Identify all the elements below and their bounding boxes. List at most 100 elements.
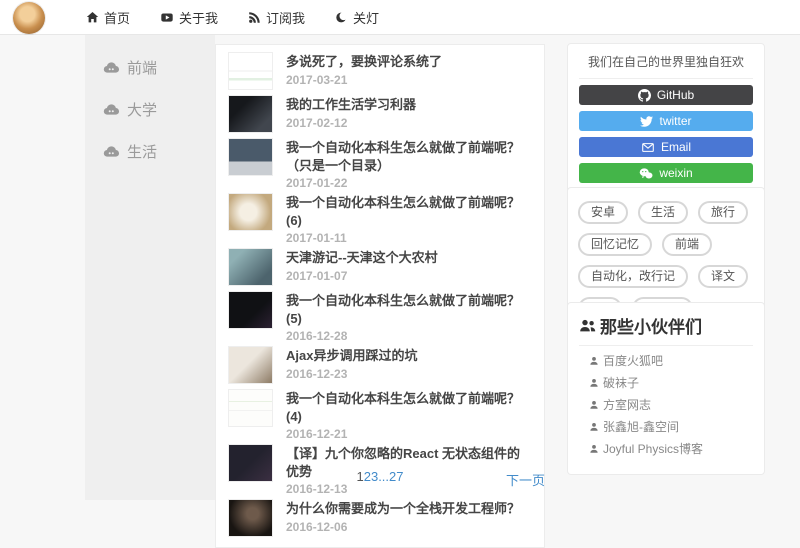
post-thumbnail <box>228 389 273 428</box>
tag-pill[interactable]: 回忆记忆 <box>578 233 653 256</box>
user-icon <box>589 356 599 366</box>
tag-pill[interactable]: 生活 <box>638 201 689 224</box>
friends-title: 那些小伙伴们 <box>579 313 753 346</box>
friend-link[interactable]: 破袜子 <box>589 374 753 391</box>
nav-item-subscribe[interactable]: 订阅我 <box>248 8 305 27</box>
post-title[interactable]: 天津游记--天津这个大农村 <box>286 249 438 267</box>
friend-label: 方室网志 <box>603 398 652 412</box>
friend-label: 百度火狐吧 <box>603 354 664 368</box>
post-date: 2016-12-23 <box>286 366 348 381</box>
post-title[interactable]: 我一个自动化本科生怎么就做了前端呢？(4) <box>286 390 532 425</box>
post-row[interactable]: Ajax异步调用踩过的坑 2016-12-23 <box>228 346 532 386</box>
sidebar-item-life[interactable]: 生活 <box>103 141 215 161</box>
friend-label: 张鑫旭-鑫空间 <box>603 420 679 434</box>
sidebar-item-university[interactable]: 大学 <box>103 99 215 119</box>
nav-items: 首页 关于我 订阅我 关灯 <box>86 0 379 34</box>
post-title[interactable]: 我的工作生活学习利器 <box>286 96 416 114</box>
post-date: 2017-02-12 <box>286 115 348 130</box>
post-title[interactable]: 我一个自动化本科生怎么就做了前端呢？(5) <box>286 292 532 327</box>
navbar: 首页 关于我 订阅我 关灯 <box>0 0 800 35</box>
avatar[interactable] <box>13 2 45 34</box>
page-number[interactable]: 27 <box>389 469 403 484</box>
weixin-button[interactable]: weixin <box>579 163 753 183</box>
post-title[interactable]: Ajax异步调用踩过的坑 <box>286 347 417 365</box>
friends-list: 百度火狐吧 破袜子 方室网志 张鑫旭-鑫空间 Joyful Physics博客 <box>579 352 753 457</box>
post-thumbnail <box>228 291 273 330</box>
social-button-label: twitter <box>659 114 692 128</box>
tag-pill[interactable]: 安卓 <box>578 201 629 224</box>
post-row[interactable]: 天津游记--天津这个大农村 2017-01-07 <box>228 248 532 288</box>
post-date: 2017-01-07 <box>286 268 348 283</box>
page-body: 前端 大学 生活 多说死了，要换评论系统了 2017-03-21 我的工作生活学… <box>0 35 800 548</box>
post-thumbnail <box>228 346 273 385</box>
tag-pill[interactable]: 前端 <box>662 233 713 256</box>
post-thumbnail <box>228 95 273 133</box>
home-icon <box>86 11 99 24</box>
post-date: 2017-01-22 <box>286 176 348 191</box>
nav-item-home[interactable]: 首页 <box>86 8 130 27</box>
sidebar-item-label: 大学 <box>127 101 158 119</box>
post-row[interactable]: 我一个自动化本科生怎么就做了前端呢？(5) 2016-12-28 <box>228 291 532 343</box>
friend-link[interactable]: 张鑫旭-鑫空间 <box>589 418 753 435</box>
friend-link[interactable]: Joyful Physics博客 <box>589 440 753 457</box>
sidebar-item-label: 前端 <box>127 59 158 77</box>
github-icon <box>637 88 651 102</box>
cloud-icon <box>103 102 120 116</box>
page-number[interactable]: 2 <box>364 469 371 484</box>
nav-item-lights[interactable]: 关灯 <box>335 8 379 27</box>
tag-pill[interactable]: 旅行 <box>698 201 749 224</box>
tag-pill[interactable]: 译文 <box>698 265 749 288</box>
post-row[interactable]: 我一个自动化本科生怎么就做了前端呢？（只是一个目录） 2017-01-22 <box>228 138 532 190</box>
post-row[interactable]: 多说死了，要换评论系统了 2017-03-21 <box>228 52 532 92</box>
rss-icon <box>248 11 261 24</box>
github-button[interactable]: GitHub <box>579 85 753 105</box>
friends-card: 那些小伙伴们 百度火狐吧 破袜子 方室网志 张鑫旭-鑫空间 Joyful Phy… <box>567 302 765 475</box>
page-numbers: 123...27 <box>215 469 545 484</box>
post-row[interactable]: 为什么你需要成为一个全栈开发工程师？ 2016-12-06 <box>228 499 532 539</box>
post-thumbnail <box>228 52 273 90</box>
nav-item-about[interactable]: 关于我 <box>160 8 218 27</box>
friend-link[interactable]: 百度火狐吧 <box>589 352 753 369</box>
friend-label: 破袜子 <box>603 376 640 390</box>
friend-link[interactable]: 方室网志 <box>589 396 753 413</box>
email-icon <box>641 141 655 154</box>
post-row[interactable]: 我的工作生活学习利器 2017-02-12 <box>228 95 532 135</box>
post-row[interactable]: 我一个自动化本科生怎么就做了前端呢？(4) 2016-12-21 <box>228 389 532 441</box>
post-date: 2016-12-21 <box>286 427 348 442</box>
user-icon <box>589 444 599 454</box>
post-thumbnail <box>228 499 273 538</box>
post-date: 2017-01-11 <box>286 231 347 246</box>
twitter-icon <box>640 115 654 128</box>
user-icon <box>589 400 599 410</box>
sidebar-item-label: 生活 <box>127 143 158 161</box>
friends-title-label: 那些小伙伴们 <box>600 318 702 337</box>
motto-text: 我们在自己的世界里独自狂欢 <box>579 53 753 79</box>
user-icon <box>589 422 599 432</box>
social-card: 我们在自己的世界里独自狂欢 GitHub twitter Email weixi… <box>567 43 765 193</box>
sidebar-item-frontend[interactable]: 前端 <box>103 57 215 77</box>
page-number-current: 1 <box>356 469 364 484</box>
nav-item-label: 关灯 <box>353 10 380 26</box>
email-button[interactable]: Email <box>579 137 753 157</box>
pagination: 123...27 下一页 <box>215 469 545 489</box>
video-icon <box>160 11 174 24</box>
social-button-label: GitHub <box>656 88 695 102</box>
post-title[interactable]: 我一个自动化本科生怎么就做了前端呢？（只是一个目录） <box>286 139 532 174</box>
twitter-button[interactable]: twitter <box>579 111 753 131</box>
post-row[interactable]: 我一个自动化本科生怎么就做了前端呢？(6) 2017-01-11 <box>228 193 532 245</box>
next-page-link[interactable]: 下一页 <box>506 470 545 489</box>
friend-label: Joyful Physics博客 <box>603 442 704 456</box>
nav-item-label: 订阅我 <box>266 10 306 26</box>
cloud-icon <box>103 144 120 158</box>
category-sidebar: 前端 大学 生活 <box>85 35 215 500</box>
social-button-label: Email <box>660 140 691 154</box>
post-thumbnail <box>228 193 273 232</box>
tag-pill[interactable]: 自动化，改行记 <box>578 265 689 288</box>
social-button-label: weixin <box>659 166 693 180</box>
post-title[interactable]: 我一个自动化本科生怎么就做了前端呢？(6) <box>286 194 532 229</box>
user-icon <box>589 378 599 388</box>
post-title[interactable]: 多说死了，要换评论系统了 <box>286 53 442 71</box>
users-icon <box>579 318 597 333</box>
nav-item-label: 关于我 <box>179 10 219 26</box>
post-title[interactable]: 为什么你需要成为一个全栈开发工程师？ <box>286 500 520 518</box>
